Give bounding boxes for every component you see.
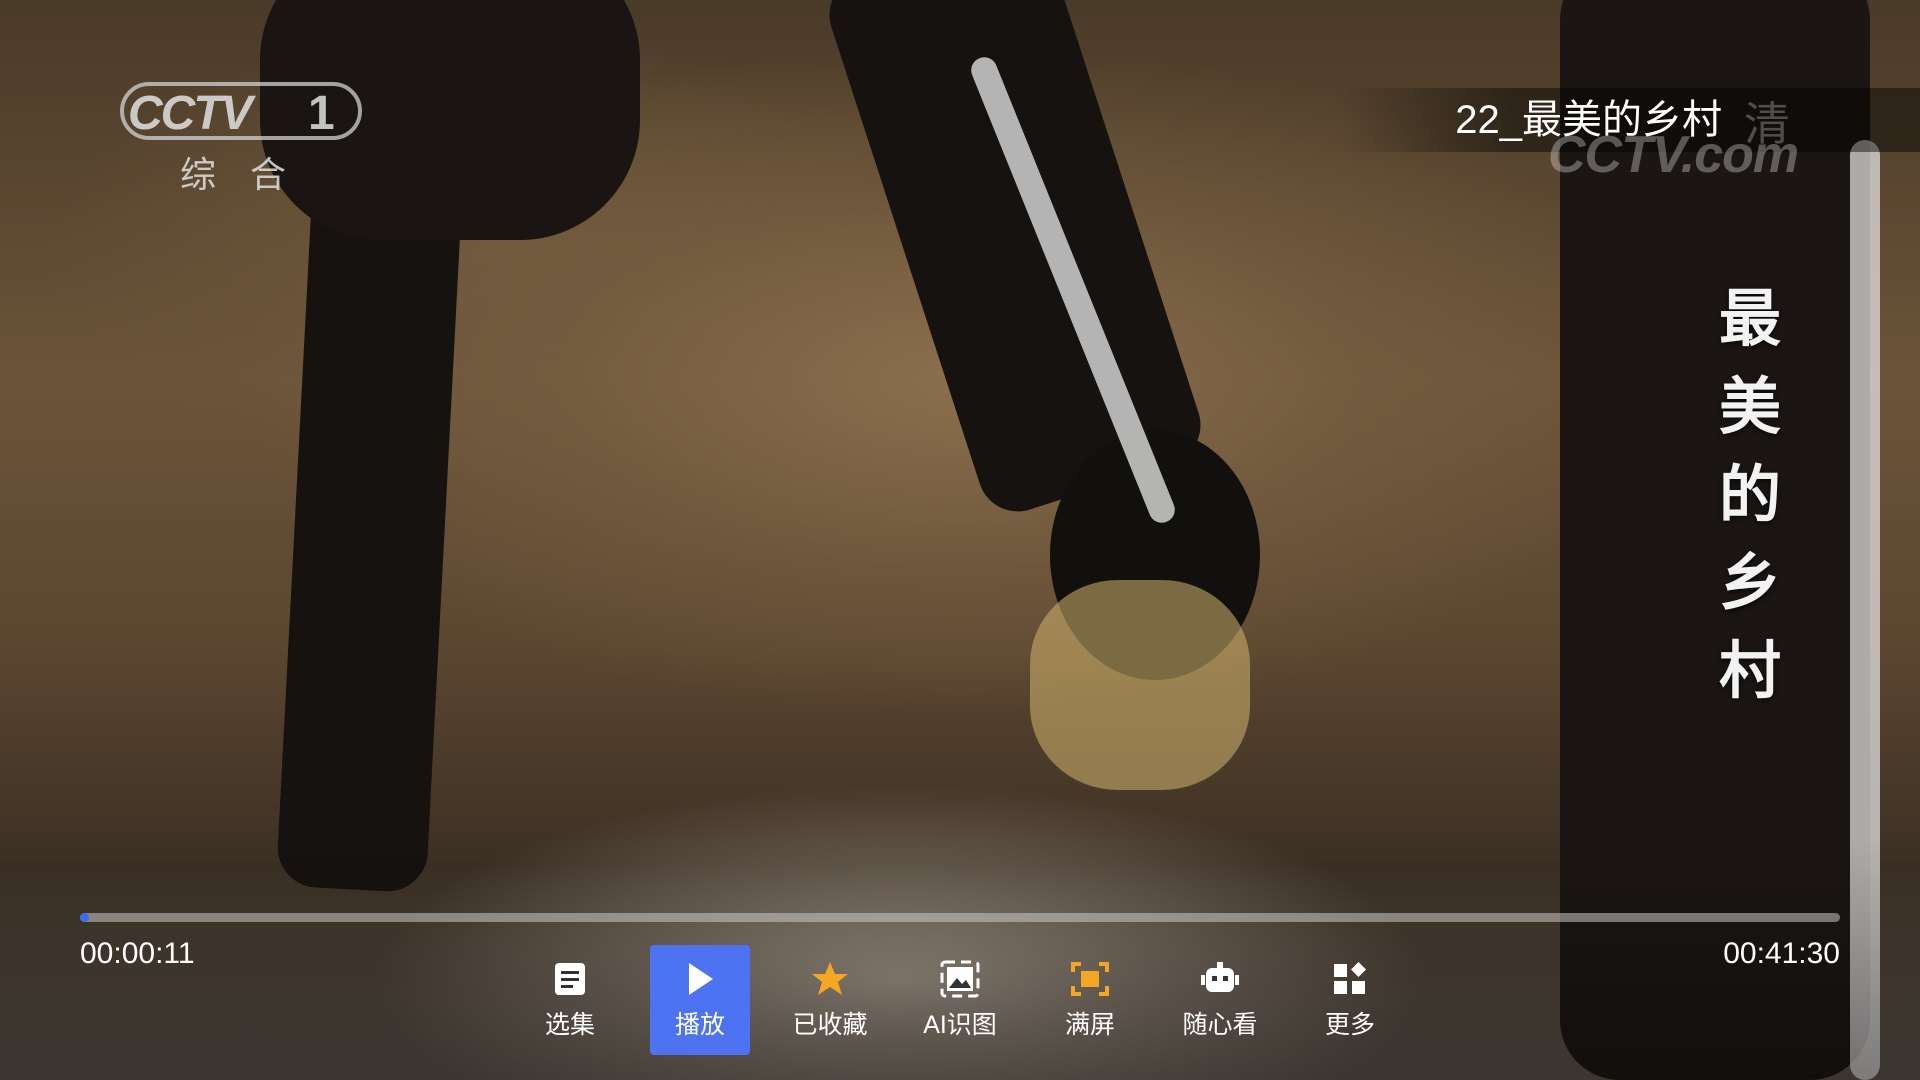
current-time: 00:00:11 [80,937,195,970]
menu-play-button[interactable]: 播放 [650,945,750,1055]
menu-play-label: 播放 [674,1011,725,1039]
menu-ai-recognize-label: AI识图 [923,1011,997,1039]
channel-logo-subtitle: 综合 [180,154,321,195]
image-icon [940,959,980,999]
episode-title: 22_最美的乡村 [1455,98,1722,142]
menu-episodes-button[interactable]: 选集 [520,945,620,1055]
menu-favorite-label: 已收藏 [792,1011,868,1039]
total-time: 00:41:30 [1723,937,1840,970]
video-caption-vertical: 最 美 的 乡 村 [1715,275,1785,715]
grid-icon [1330,959,1370,999]
menu-ai-recognize-button[interactable]: AI识图 [910,945,1010,1055]
caption-char: 的 [1718,458,1781,531]
caption-char: 乡 [1718,546,1781,619]
list-icon [550,959,590,999]
menu-random-watch-button[interactable]: 随心看 [1170,945,1270,1055]
menu-random-watch-label: 随心看 [1182,1011,1258,1039]
player-menu: 选集 播放 已收藏 AI识图 满屏 随心看 更多 [520,945,1400,1055]
menu-episodes-label: 选集 [544,1011,595,1039]
caption-char: 美 [1718,370,1781,443]
menu-fullscreen-label: 满屏 [1064,1011,1115,1039]
menu-fullscreen-button[interactable]: 满屏 [1040,945,1140,1055]
caption-char: 最 [1718,282,1781,355]
star-icon [810,959,850,999]
robot-icon [1200,959,1240,999]
fullscreen-icon [1070,959,1110,999]
channel-logo-number: 1 [308,87,335,140]
menu-more-label: 更多 [1324,1011,1375,1039]
menu-more-button[interactable]: 更多 [1300,945,1400,1055]
horse-hoof-dust [1030,580,1250,790]
caption-char: 村 [1718,634,1781,707]
progress-bar[interactable] [80,913,1840,922]
menu-favorite-button[interactable]: 已收藏 [780,945,880,1055]
channel-logo-brand: CCTV [128,87,253,140]
progress-fill [80,913,89,922]
play-icon [680,959,720,999]
channel-logo: CCTV 1 综合 [120,82,365,195]
